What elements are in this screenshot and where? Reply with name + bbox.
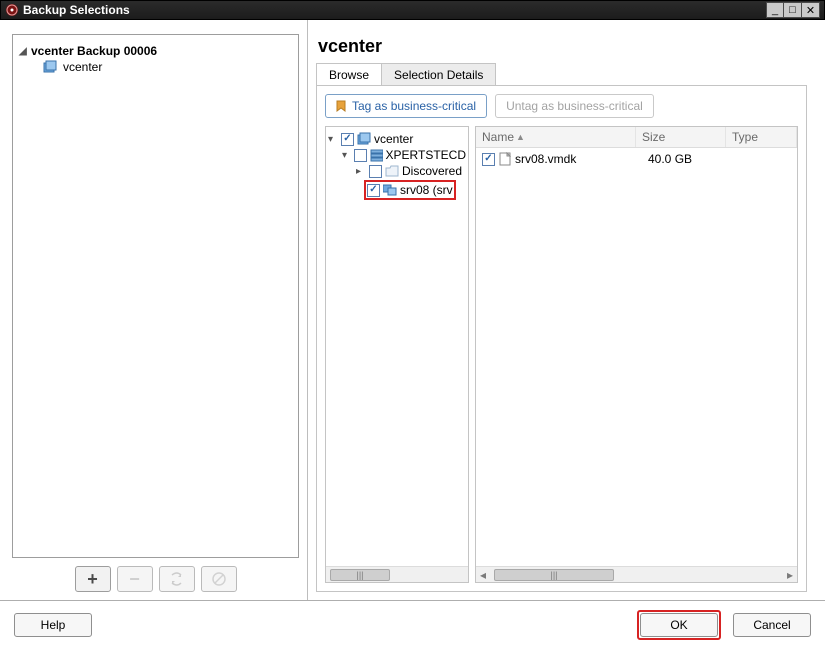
expander-icon[interactable]: ▾ [342, 150, 351, 161]
title-bar: Backup Selections _ □ ✕ [0, 0, 825, 20]
tag-icon [336, 100, 346, 112]
col-size[interactable]: Size [636, 127, 726, 147]
scroll-left-icon[interactable]: ◂ [476, 568, 490, 582]
tab-browse[interactable]: Browse [316, 63, 382, 85]
h-scrollbar[interactable]: ◂ ||| ▸ [476, 566, 797, 582]
cancel-refresh-button[interactable] [201, 566, 237, 592]
right-panel: vcenter Browse Selection Details Tag as … [308, 20, 825, 600]
checkbox[interactable] [341, 133, 354, 146]
rtree-folder-label: Discovered [402, 164, 462, 178]
maximize-button[interactable]: □ [784, 2, 802, 18]
close-button[interactable]: ✕ [802, 2, 820, 18]
checkbox[interactable] [369, 165, 382, 178]
tag-label: Tag as business-critical [352, 99, 476, 113]
rtree-root-label: vcenter [374, 132, 413, 146]
window-title: Backup Selections [23, 3, 130, 17]
tag-business-critical-button[interactable]: Tag as business-critical [325, 94, 487, 118]
checkbox[interactable] [354, 149, 366, 162]
expander-icon[interactable]: ▾ [328, 134, 338, 145]
expander-icon[interactable]: ◢ [19, 46, 29, 57]
ok-button[interactable]: OK [640, 613, 718, 637]
h-scrollbar[interactable]: ||| [326, 566, 468, 582]
col-size-label: Size [642, 130, 665, 144]
left-panel: ◢ vcenter Backup 00006 vcenter + − [0, 20, 308, 600]
tree-child[interactable]: vcenter [19, 59, 292, 75]
checkbox[interactable] [367, 184, 380, 197]
app-icon [5, 3, 19, 17]
refresh-icon [169, 572, 185, 586]
rtree-folder[interactable]: ▸ Discovered [328, 163, 466, 179]
cell-size-text: 40.0 GB [648, 152, 692, 166]
ok-highlight: OK [637, 610, 721, 640]
rtree-root[interactable]: ▾ vcenter [328, 131, 466, 147]
rtree-vm[interactable]: srv08 (srv [328, 179, 466, 201]
browse-tree: ▾ vcenter ▾ XPERTSTECD ▸ [325, 126, 469, 583]
footer: Help OK Cancel [0, 600, 825, 648]
selected-highlight: srv08 (srv [364, 180, 456, 200]
file-table: Name ▲ Size Type srv08.vmdk [475, 126, 798, 583]
help-button[interactable]: Help [14, 613, 92, 637]
scroll-track[interactable] [392, 569, 466, 581]
left-toolbar: + − [12, 566, 299, 592]
scroll-right-icon[interactable]: ▸ [783, 568, 797, 582]
checkbox[interactable] [482, 153, 495, 166]
browse-tree-rows: ▾ vcenter ▾ XPERTSTECD ▸ [328, 131, 466, 201]
untag-label: Untag as business-critical [506, 99, 643, 113]
content: ◢ vcenter Backup 00006 vcenter + − [0, 20, 825, 600]
rtree-datacenter[interactable]: ▾ XPERTSTECD [328, 147, 466, 163]
ok-label: OK [670, 618, 687, 632]
minimize-button[interactable]: _ [766, 2, 784, 18]
col-type[interactable]: Type [726, 127, 797, 147]
tab-details-label: Selection Details [394, 68, 483, 82]
vcenter-icon [357, 132, 371, 146]
minus-icon: − [129, 569, 140, 590]
help-label: Help [41, 618, 66, 632]
datacenter-icon [370, 148, 383, 162]
folder-icon [385, 165, 399, 177]
cancel-button[interactable]: Cancel [733, 613, 811, 637]
left-tree: ◢ vcenter Backup 00006 vcenter [12, 34, 299, 558]
disk-file-icon [499, 152, 511, 166]
window-buttons: _ □ ✕ [766, 2, 820, 18]
cell-name: srv08.vmdk [482, 152, 642, 166]
tree-root-label: vcenter Backup 00006 [31, 44, 157, 58]
refresh-button[interactable] [159, 566, 195, 592]
action-bar: Tag as business-critical Untag as busine… [325, 94, 798, 118]
window-title-wrap: Backup Selections [5, 3, 766, 17]
untag-business-critical-button: Untag as business-critical [495, 94, 654, 118]
table-header: Name ▲ Size Type [476, 127, 797, 148]
page-title: vcenter [316, 34, 807, 63]
col-type-label: Type [732, 130, 758, 144]
cancel-label: Cancel [753, 618, 790, 632]
vcenter-icon [43, 60, 57, 74]
vm-icon [383, 184, 397, 196]
col-name[interactable]: Name ▲ [476, 127, 636, 147]
tab-selection-details[interactable]: Selection Details [381, 63, 496, 85]
tab-body: Tag as business-critical Untag as busine… [316, 86, 807, 592]
sort-asc-icon: ▲ [516, 132, 525, 142]
col-name-label: Name [482, 130, 514, 144]
cancel-icon [212, 572, 226, 586]
add-button[interactable]: + [75, 566, 111, 592]
rtree-dc-label: XPERTSTECD [386, 148, 466, 162]
tree-child-label: vcenter [63, 60, 102, 74]
remove-button[interactable]: − [117, 566, 153, 592]
scroll-thumb[interactable]: ||| [494, 569, 614, 581]
tree-root[interactable]: ◢ vcenter Backup 00006 [19, 43, 292, 59]
cell-name-text: srv08.vmdk [515, 152, 576, 166]
expander-icon[interactable]: ▸ [356, 166, 366, 177]
scroll-track[interactable] [616, 569, 781, 581]
scroll-thumb[interactable]: ||| [330, 569, 390, 581]
rtree-vm-label: srv08 (srv [400, 183, 453, 197]
plus-icon: + [87, 569, 98, 590]
tab-browse-label: Browse [329, 68, 369, 82]
tabs: Browse Selection Details [316, 63, 807, 86]
table-body: srv08.vmdk 40.0 GB [476, 148, 797, 566]
cell-size: 40.0 GB [648, 152, 738, 166]
table-row[interactable]: srv08.vmdk 40.0 GB [476, 148, 797, 170]
split-area: ▾ vcenter ▾ XPERTSTECD ▸ [325, 126, 798, 583]
